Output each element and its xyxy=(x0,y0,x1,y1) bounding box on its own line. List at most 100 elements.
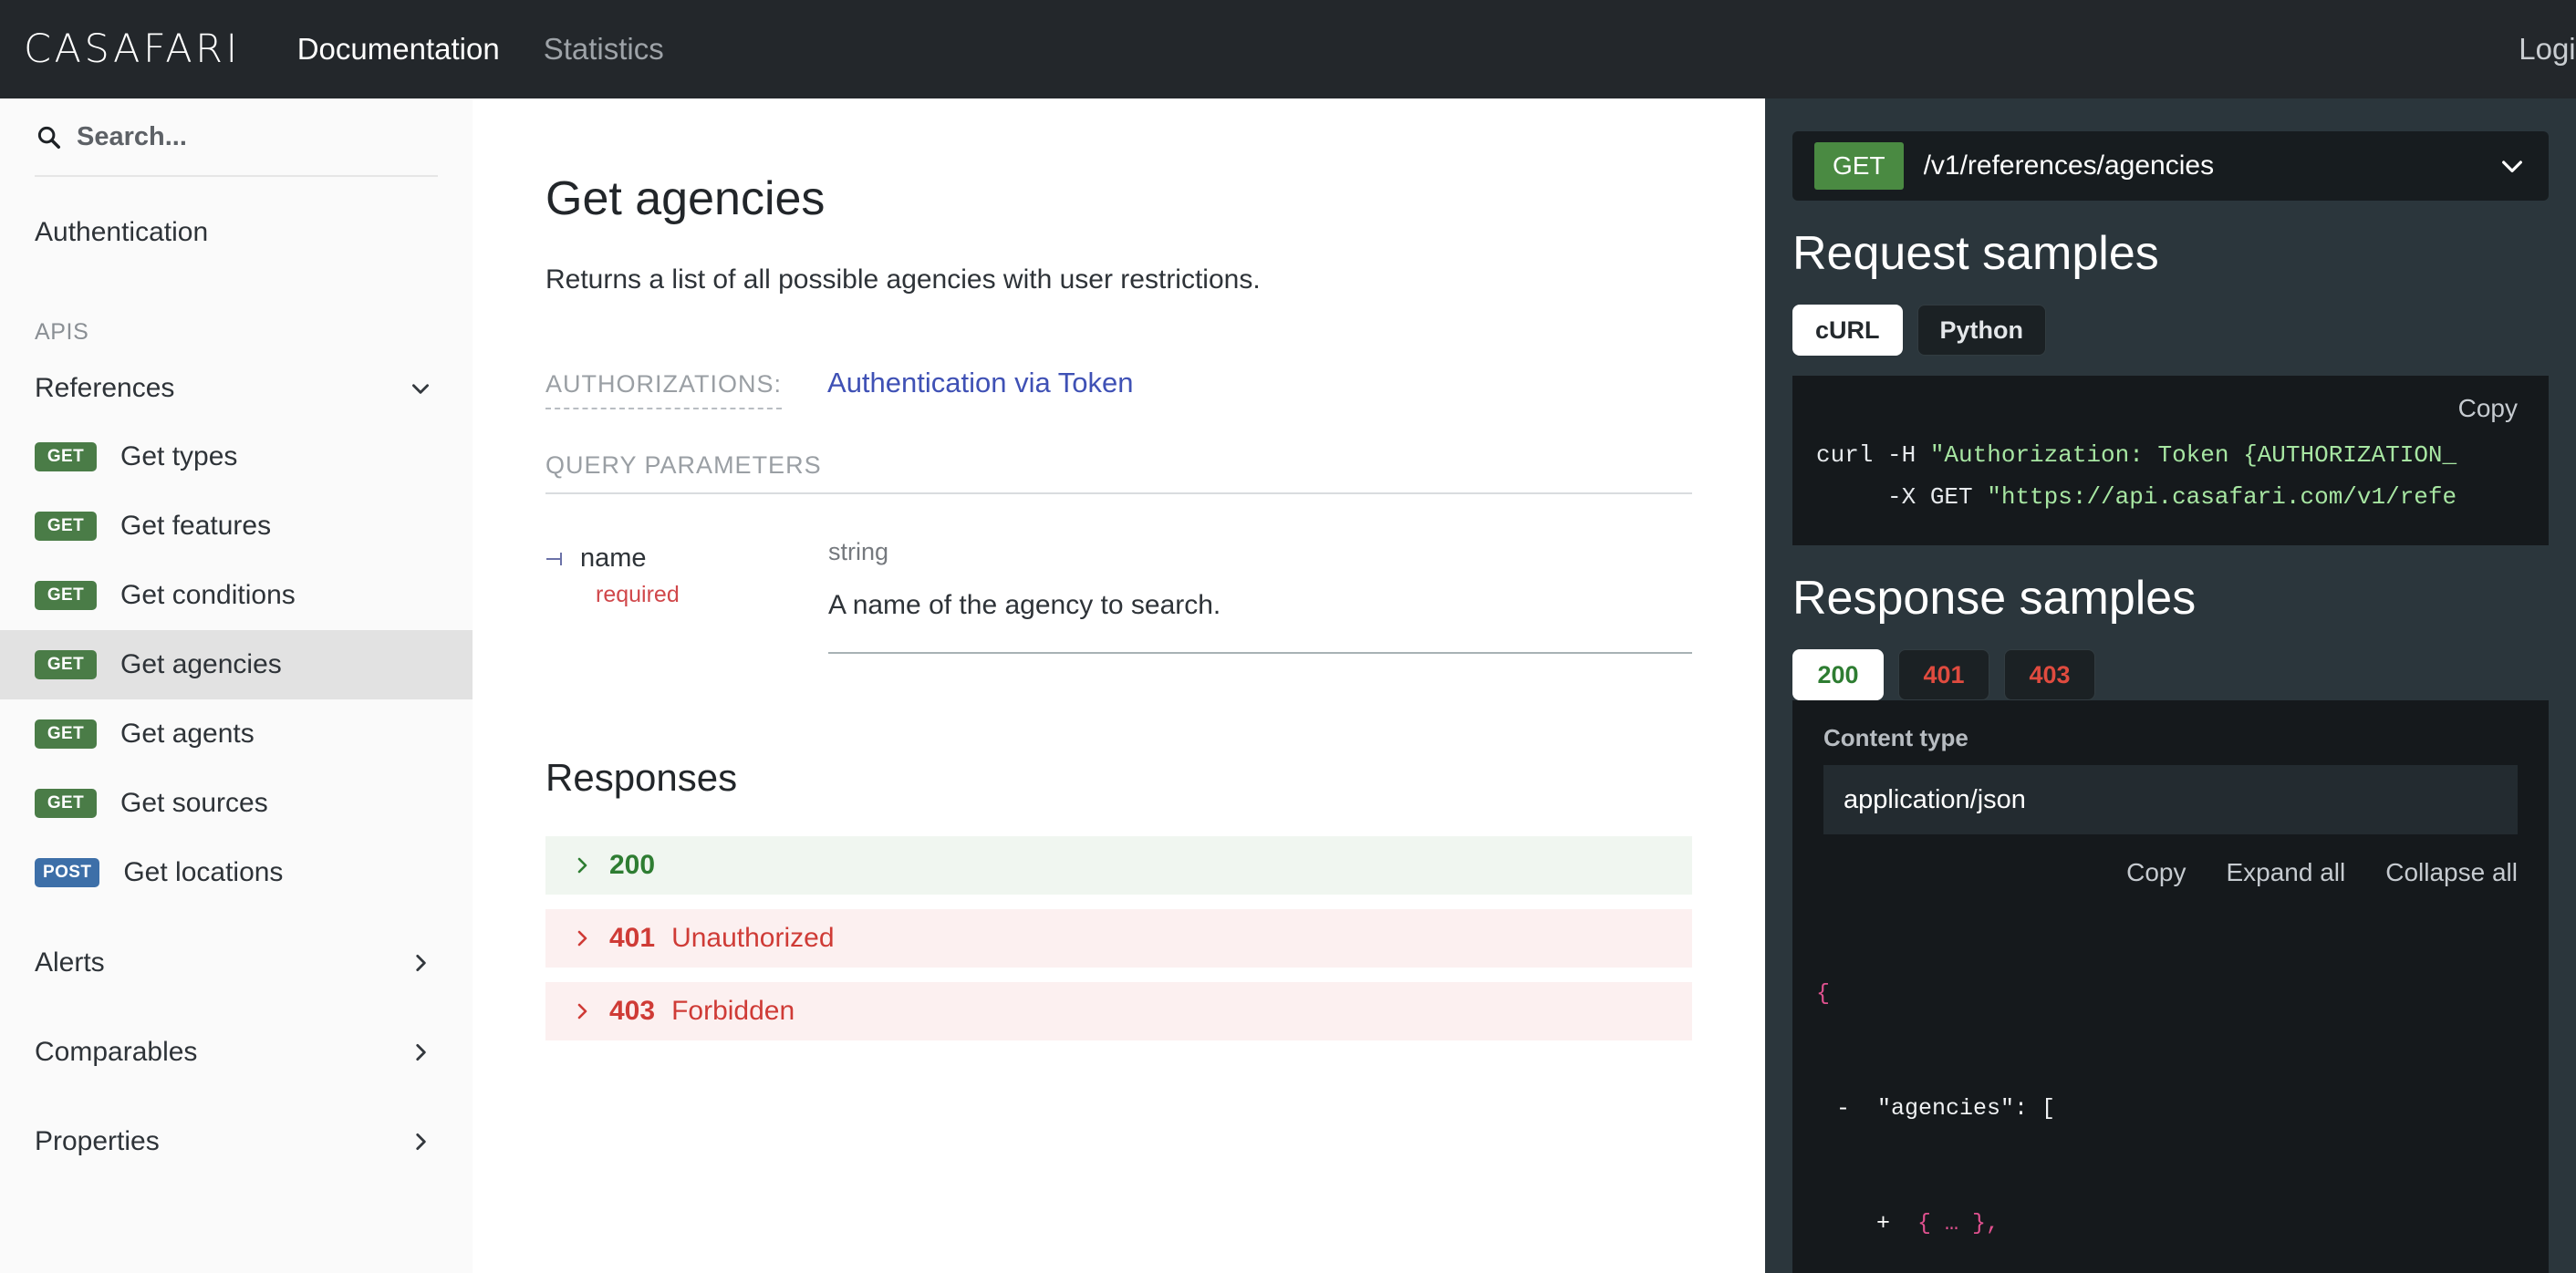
sidebar-item-properties[interactable]: Properties xyxy=(0,1108,473,1175)
nav-statistics[interactable]: Statistics xyxy=(544,32,664,67)
chevron-down-icon[interactable] xyxy=(2498,151,2527,181)
sidebar-endpoint-get-locations[interactable]: POST Get locations xyxy=(0,838,473,907)
tab-python[interactable]: Python xyxy=(1917,305,2047,356)
curl-code: curl -H "Authorization: Token {AUTHORIZA… xyxy=(1792,434,2549,518)
parameter-name: name xyxy=(580,543,647,574)
parameter-detail-cell: string A name of the agency to search. xyxy=(828,538,1692,654)
method-badge: GET xyxy=(35,650,97,679)
sidebar-endpoint-get-types[interactable]: GET Get types xyxy=(0,422,473,492)
sidebar-item-label: References xyxy=(35,373,174,404)
sidebar-item-label: Alerts xyxy=(35,947,105,978)
endpoint-label: Get sources xyxy=(120,788,268,819)
response-code: 401 xyxy=(609,923,655,954)
query-parameters-label: QUERY PARAMETERS xyxy=(545,451,1692,494)
login-link[interactable]: Login xyxy=(2519,32,2576,67)
json-line: { xyxy=(1816,975,2549,1013)
parameter-row: name required string A name of the agenc… xyxy=(545,538,1692,654)
sidebar-item-label: Comparables xyxy=(35,1037,197,1068)
parameter-description: A name of the agency to search. xyxy=(828,590,1692,621)
curl-line2-command: -X GET xyxy=(1816,483,1987,511)
copy-button[interactable]: Copy xyxy=(2458,394,2518,423)
json-line: - "agencies": [ xyxy=(1816,1090,2549,1128)
json-copy-button[interactable]: Copy xyxy=(2126,858,2186,887)
endpoint-selector[interactable]: GET /v1/references/agencies xyxy=(1792,131,2549,201)
json-line: + { … }, xyxy=(1816,1205,2549,1243)
sidebar-item-authentication[interactable]: Authentication xyxy=(0,199,473,266)
sidebar-section-apis: APIS xyxy=(0,319,473,346)
top-navigation-bar: CASAFARI Documentation Statistics Login xyxy=(0,0,2576,98)
response-row-403[interactable]: 403 Forbidden xyxy=(545,982,1692,1040)
json-collapse-toggle[interactable]: - xyxy=(1836,1095,1850,1122)
response-code: 200 xyxy=(609,850,655,881)
method-badge: GET xyxy=(35,512,97,541)
content-type-label: Content type xyxy=(1823,724,2518,752)
sidebar-endpoint-get-agents[interactable]: GET Get agents xyxy=(0,699,473,769)
tree-connector-icon xyxy=(545,550,567,568)
authorizations-label: AUTHORIZATIONS: xyxy=(545,370,782,409)
sidebar-item-comparables[interactable]: Comparables xyxy=(0,1019,473,1086)
request-samples-title: Request samples xyxy=(1792,226,2576,281)
endpoint-label: Get agencies xyxy=(120,649,282,680)
json-text: { xyxy=(1816,980,1830,1007)
sidebar-item-label: Authentication xyxy=(35,217,208,248)
chevron-down-icon xyxy=(409,377,432,400)
json-actions: Copy Expand all Collapse all xyxy=(1792,858,2549,898)
authorizations-row: AUTHORIZATIONS: Authentication via Token xyxy=(545,367,1692,409)
tab-response-401[interactable]: 401 xyxy=(1898,649,1989,700)
search-input[interactable] xyxy=(77,122,438,152)
json-text: "agencies": [ xyxy=(1877,1095,2055,1122)
chevron-right-icon xyxy=(409,1130,432,1154)
curl-line2-string: "https://api.casafari.com/v1/refe xyxy=(1987,483,2457,511)
samples-panel: GET /v1/references/agencies Request samp… xyxy=(1765,98,2576,1273)
method-badge: GET xyxy=(35,581,97,610)
tab-curl[interactable]: cURL xyxy=(1792,305,1903,356)
json-expand-all-button[interactable]: Expand all xyxy=(2226,858,2345,887)
json-expand-toggle[interactable]: + xyxy=(1876,1210,1890,1237)
top-nav-links: Documentation Statistics xyxy=(297,32,664,67)
sidebar-endpoint-get-features[interactable]: GET Get features xyxy=(0,492,473,561)
sidebar-item-alerts[interactable]: Alerts xyxy=(0,929,473,997)
chevron-right-icon xyxy=(409,1040,432,1064)
endpoint-path: /v1/references/agencies xyxy=(1924,150,2215,181)
casafari-logo[interactable]: CASAFARI xyxy=(24,26,241,72)
tab-response-403[interactable]: 403 xyxy=(2004,649,2095,700)
method-badge: GET xyxy=(35,719,97,749)
parameter-name-cell: name required xyxy=(545,538,828,654)
response-row-200[interactable]: 200 xyxy=(545,836,1692,895)
search-icon xyxy=(35,123,62,150)
json-viewer: Copy Expand all Collapse all { - "agenci… xyxy=(1792,834,2549,1273)
response-row-401[interactable]: 401 Unauthorized xyxy=(545,909,1692,968)
curl-code-block: Copy curl -H "Authorization: Token {AUTH… xyxy=(1792,376,2549,545)
response-code: 403 xyxy=(609,996,655,1027)
nav-documentation[interactable]: Documentation xyxy=(297,32,500,67)
json-collapse-all-button[interactable]: Collapse all xyxy=(2385,858,2518,887)
response-text: Unauthorized xyxy=(671,923,834,954)
response-text: Forbidden xyxy=(671,996,795,1027)
content-type-value[interactable]: application/json xyxy=(1823,765,2518,834)
endpoint-label: Get features xyxy=(120,511,271,542)
sidebar-endpoint-get-conditions[interactable]: GET Get conditions xyxy=(0,561,473,630)
response-sample-tabs: 200 401 403 xyxy=(1792,649,2576,700)
endpoint-label: Get locations xyxy=(123,857,283,888)
method-badge: POST xyxy=(35,858,99,887)
response-samples-title: Response samples xyxy=(1792,571,2576,626)
content-type-section: Content type application/json xyxy=(1792,700,2549,834)
chevron-right-icon xyxy=(571,1000,593,1022)
endpoint-label: Get agents xyxy=(120,719,254,750)
responses-title: Responses xyxy=(545,756,1692,800)
sidebar-item-references[interactable]: References xyxy=(0,355,473,422)
sidebar-endpoint-get-sources[interactable]: GET Get sources xyxy=(0,769,473,838)
sidebar-endpoint-get-agencies[interactable]: GET Get agencies xyxy=(0,630,473,699)
page-title: Get agencies xyxy=(545,171,1692,226)
tab-response-200[interactable]: 200 xyxy=(1792,649,1884,700)
chevron-right-icon xyxy=(571,927,593,949)
sidebar-item-label: Properties xyxy=(35,1126,160,1157)
method-badge: GET xyxy=(35,442,97,471)
method-badge: GET xyxy=(35,789,97,818)
chevron-right-icon xyxy=(409,951,432,975)
authorizations-link[interactable]: Authentication via Token xyxy=(827,367,1134,399)
search-box[interactable] xyxy=(35,119,438,177)
responses-list: 200 401 Unauthorized 403 Forbidden xyxy=(545,836,1692,1040)
endpoint-label: Get types xyxy=(120,441,237,472)
request-sample-tabs: cURL Python xyxy=(1792,305,2576,356)
